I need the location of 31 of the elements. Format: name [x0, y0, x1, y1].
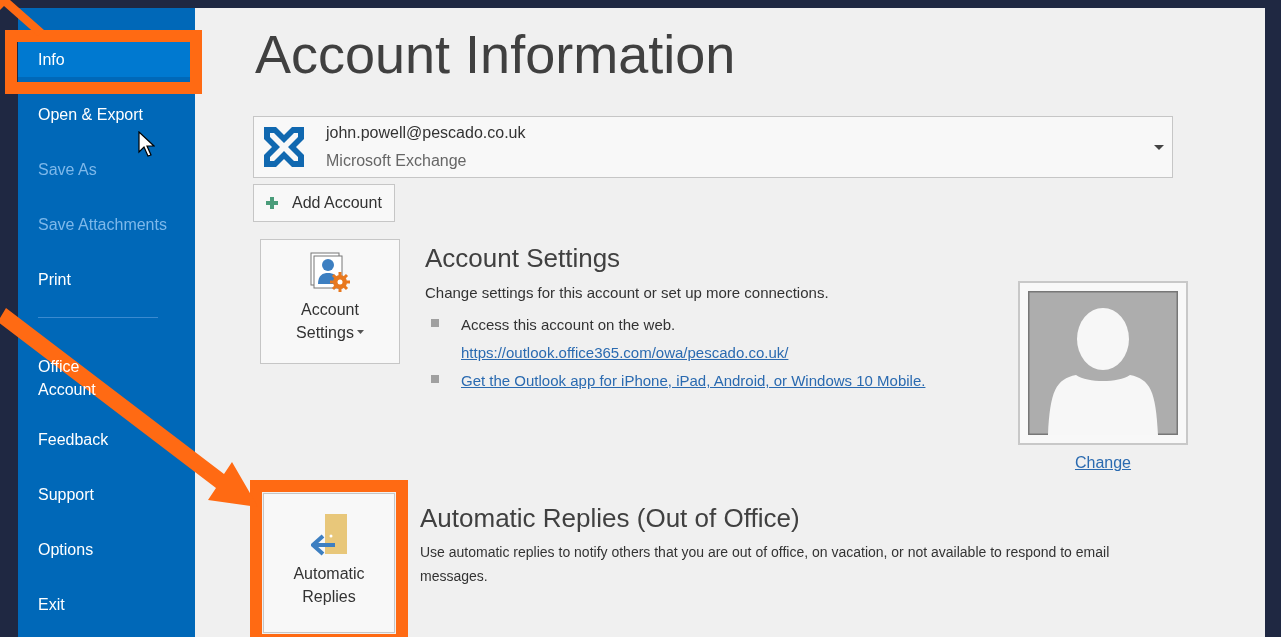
sidebar-item[interactable]: Options [18, 532, 195, 567]
account-settings-icon [310, 252, 350, 294]
account-email: john.powell@pescado.co.uk [326, 123, 527, 143]
section-description: Change settings for this account or set up more connections. [425, 283, 830, 304]
avatar-icon [1028, 291, 1178, 435]
app-link[interactable]: Get the Outlook app for iPhone, iPad, Android, or Windows 10 Mobile. [461, 371, 926, 389]
automatic-replies-button[interactable]: Automatic Replies [263, 493, 395, 633]
door-exit-icon [311, 514, 347, 556]
dropdown-caret-icon [1154, 144, 1164, 150]
sidebar-item[interactable]: Feedback [18, 422, 195, 457]
bullet-icon [431, 318, 439, 327]
section-heading: Account Settings [425, 243, 622, 275]
mouse-cursor-icon [138, 131, 155, 158]
sidebar-item[interactable]: Exit [18, 587, 195, 622]
bullet-icon [431, 374, 439, 383]
section-description: Use automatic replies to notify others that you are out of office, on vacation, or not available to respond to email messages. [420, 543, 1111, 587]
sidebar-item[interactable]: Open & Export [18, 97, 195, 132]
sidebar-item[interactable]: Support [18, 477, 195, 512]
bullet-text: Access this account on the web. [461, 314, 677, 335]
plus-icon [266, 197, 278, 209]
change-photo-link[interactable]: Change [1074, 451, 1131, 475]
exchange-icon [262, 125, 306, 169]
account-settings-button[interactable]: Account Settings [260, 239, 400, 364]
account-selector[interactable]: john.powell@pescado.co.uk Microsoft Exchange [253, 116, 1173, 178]
account-type: Microsoft Exchange [326, 151, 468, 171]
caret-icon [356, 329, 364, 334]
section-heading: Automatic Replies (Out of Office) [420, 503, 801, 535]
sidebar-item[interactable]: Print [18, 262, 195, 297]
page-title: Account Information [255, 23, 737, 86]
add-account-button[interactable]: Add Account [253, 184, 395, 222]
web-link[interactable]: https://outlook.office365.com/owa/pescado.co.uk/ [461, 343, 789, 361]
